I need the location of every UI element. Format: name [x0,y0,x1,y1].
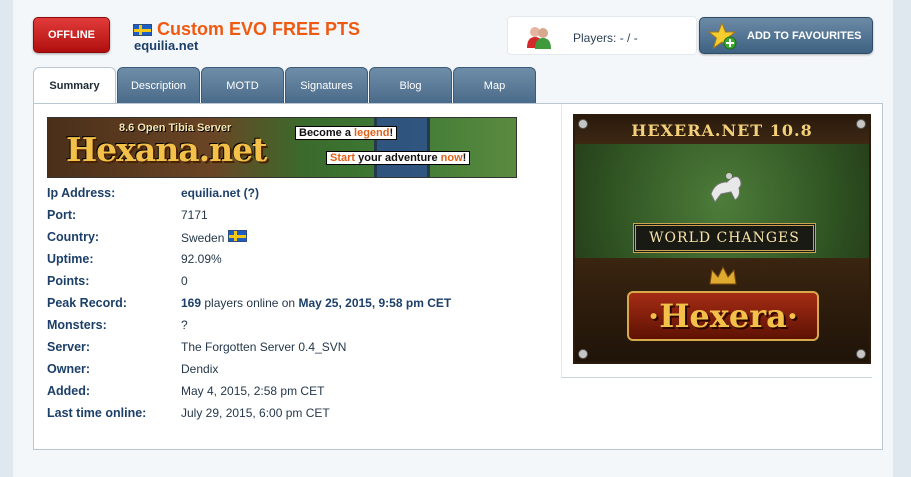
crown-icon [709,265,737,285]
info-value: 169 players online on May 25, 2015, 9:58… [181,296,451,310]
info-value: May 4, 2015, 2:58 pm CET [181,384,325,398]
server-name: Custom EVO FREE PTS [157,19,361,39]
status-badge: OFFLINE [33,17,110,53]
tab-description[interactable]: Description [117,67,200,103]
banner-tagline-1: Become a legend! [295,126,398,140]
tab-label: Blog [399,79,422,92]
add-to-favourites-label: ADD TO FAVOURITES [747,29,862,42]
ad-title: HEXERA.NET 10.8 [575,116,869,144]
banner-text: ! [389,127,394,139]
hexera-ad-banner[interactable]: HEXERA.NET 10.8 WORLD CHANGES ·Hexera· [573,114,871,364]
status-text: OFFLINE [47,29,96,41]
info-label: Added: [47,384,91,398]
tab-bar: Summary Description MOTD Signatures Blog… [33,67,536,104]
info-value: 92.09% [181,252,222,266]
ad-world-changes: WORLD CHANGES [633,223,816,253]
banner-tagline-2: Start your adventure now! [326,151,471,165]
info-label: Server: [47,340,91,354]
banner-highlight: Start [330,152,356,164]
banner-highlight: legend [354,127,390,139]
tab-label: Summary [49,80,100,92]
country-name: Sweden [181,231,225,245]
banner-text: Become a [299,127,355,139]
ad-corner-rivet [856,119,866,129]
banner-highlight: now [440,152,463,164]
tab-label: Description [130,79,187,92]
info-label: Country: [47,230,100,244]
tab-label: Signatures [300,79,353,92]
tab-blog[interactable]: Blog [369,67,452,103]
info-label: Peak Record: [47,296,127,310]
sweden-flag-icon [133,23,152,36]
tab-signatures[interactable]: Signatures [285,67,368,103]
add-to-favourites-button[interactable]: ADD TO FAVOURITES [699,17,873,54]
ad-corner-rivet [856,349,866,359]
players-value: - / - [619,31,638,45]
tab-label: MOTD [226,79,259,92]
tab-label: Map [483,79,506,92]
info-label: Owner: [47,362,91,376]
ad-corner-rivet [578,349,588,359]
info-value: equilia.net (?) [181,186,259,200]
info-value: ? [181,318,188,332]
peak-text: players online on [204,296,296,310]
star-add-icon [708,22,737,50]
info-label: Last time online: [47,406,147,420]
horse-rider-graphic [710,173,742,203]
info-label: Ip Address: [47,186,116,200]
banner-text: your adventure [355,152,441,164]
players-box: Players: - / - [507,16,697,55]
server-domain: equilia.net [134,38,199,53]
info-value: Dendix [181,362,219,376]
ad-logo: ·Hexera· [627,291,819,341]
info-value: July 29, 2015, 6:00 pm CET [181,406,330,420]
info-label: Points: [47,274,90,288]
players-label: Players: [573,31,617,45]
server-page: OFFLINE Custom EVO FREE PTS equilia.net … [13,0,893,477]
info-label: Port: [47,208,77,222]
info-value: 0 [181,274,188,288]
hexana-banner[interactable]: 8.6 Open Tibia Server Hexana.net Become … [47,117,517,178]
summary-panel: 8.6 Open Tibia Server Hexana.net Become … [33,103,883,450]
players-count: Players: - / - [573,31,638,45]
info-value: Sweden [181,230,247,245]
tab-map[interactable]: Map [453,67,536,103]
info-value: The Forgotten Server 0.4_SVN [181,340,347,354]
tab-summary[interactable]: Summary [33,67,116,104]
peak-count: 169 [181,296,202,310]
players-icon [527,27,551,49]
sweden-flag-icon [227,230,247,242]
ad-corner-rivet [578,119,588,129]
ip-link[interactable]: equilia.net (?) [181,186,259,200]
info-label: Monsters: [47,318,107,332]
info-value: 7171 [181,208,208,222]
banner-text: ! [462,152,467,164]
banner-logo: Hexana.net [66,130,267,169]
server-title: Custom EVO FREE PTS [133,19,360,40]
tab-motd[interactable]: MOTD [201,67,284,103]
info-label: Uptime: [47,252,94,266]
ad-area: HEXERA.NET 10.8 WORLD CHANGES ·Hexera· [561,104,872,378]
peak-date: May 25, 2015, 9:58 pm CET [298,296,452,310]
